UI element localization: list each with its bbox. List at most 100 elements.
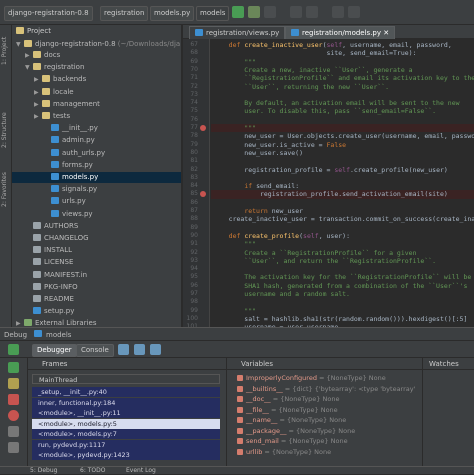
close-icon[interactable]: ✕ [383,29,389,37]
chevron-right-icon[interactable]: ▶ [34,74,42,85]
code-editor[interactable]: def create_inactive_user(self, username,… [211,39,474,327]
code-line: """ [244,57,257,66]
variable-name: send_mail [246,437,281,445]
tool-tab-structure[interactable]: 2: Structure [1,105,11,155]
library-icon [24,319,32,327]
settings-icon[interactable] [8,442,19,453]
tree-item[interactable]: AUTHORS [12,221,181,232]
step-over-icon[interactable] [118,344,129,355]
code-line: username and a random salt. [213,290,350,298]
help-icon[interactable] [348,6,360,18]
chevron-right-icon[interactable]: ▶ [34,99,42,110]
line-number: 96 [190,281,198,289]
python-file-icon [34,330,42,337]
line-number: 81 [190,157,198,165]
pause-icon[interactable] [8,378,19,389]
tree-item[interactable]: __init__.py [12,123,181,134]
frame-item[interactable]: <module>, models.py:5 [32,418,220,429]
breakpoint-icon[interactable] [200,125,206,131]
tree-item[interactable]: INSTALL [12,245,181,256]
tree-item[interactable]: ▶ management [12,99,181,110]
tree-item[interactable]: CHANGELOG [12,233,181,244]
tree-item[interactable]: MANIFEST.in [12,270,181,281]
variable-value: = {dict} {'bytearray': <type 'bytearray' [284,384,416,393]
variable-row[interactable]: send_mail = {NoneType} None [231,436,421,446]
tree-item[interactable]: README [12,294,181,305]
breadcrumb-project[interactable]: django-registration-0.8 [4,6,93,21]
breadcrumb-folder[interactable]: registration [100,6,149,21]
tree-item-label: registration [44,63,85,72]
tree-item[interactable]: ▶ locale [12,87,181,98]
line-number: 92 [190,248,198,256]
variable-row[interactable]: __name__ = {NoneType} None [231,415,421,425]
tree-item-label: urls.py [62,197,86,206]
tool-tab-project[interactable]: 1: Project [1,29,11,73]
breakpoint-gutter[interactable] [198,39,210,327]
tree-item[interactable]: signals.py [12,184,181,195]
view-breakpoints-icon[interactable] [8,410,19,421]
tree-item[interactable]: ▶ backends [12,74,181,85]
line-number: 100 [186,314,198,322]
tree-item[interactable]: ▶ tests [12,111,181,122]
frame-item[interactable]: _setup, __init__.py:40 [32,387,220,397]
tree-item[interactable]: auth_urls.py [12,148,181,159]
tree-item[interactable]: PKG-INFO [12,282,181,293]
chevron-right-icon[interactable]: ▶ [34,111,42,122]
tree-item[interactable]: LICENSE [12,257,181,268]
variable-row[interactable]: urllib = {NoneType} None [231,447,421,457]
rerun-icon[interactable] [8,344,19,355]
line-number: 68 [190,49,198,57]
vcs-update-icon[interactable] [290,6,302,18]
tree-item-label: setup.py [44,307,75,316]
variable-row[interactable]: __file__ = {NoneType} None [231,405,421,415]
tree-item-label: backends [53,75,87,84]
step-into-icon[interactable] [134,344,145,355]
debug-icon[interactable] [248,6,260,18]
line-number: 82 [190,165,198,173]
frame-item[interactable]: <module>, __init__.py:11 [32,408,220,418]
frame-item[interactable]: inner, functional.py:184 [32,397,220,408]
chevron-down-icon[interactable]: ▼ [25,62,33,73]
variable-row[interactable]: __doc__ = {NoneType} None [231,394,421,404]
tree-item[interactable]: ▶ docs [12,50,181,61]
variable-row[interactable]: __package__ = {NoneType} None [231,426,421,436]
frame-item[interactable]: run, pydevd.py:1117 [32,439,220,450]
code-line: create_inactive_user = transaction.commi… [213,215,474,224]
mute-breakpoints-icon[interactable] [8,426,19,437]
line-number: 85 [190,190,198,198]
tab-console[interactable]: Console [76,344,114,357]
line-number: 76 [190,115,198,123]
chevron-right-icon[interactable]: ▶ [34,87,42,98]
tree-item[interactable]: models.py [12,172,181,183]
vcs-commit-icon[interactable] [306,6,318,18]
chevron-right-icon[interactable]: ▶ [25,50,33,61]
tree-item[interactable]: admin.py [12,135,181,146]
tree-root[interactable]: ▼ django-registration-0.8 (~/Downloads/dj… [12,39,181,50]
stop-icon[interactable] [8,394,19,405]
variable-value: = {NoneType} None [272,395,340,403]
settings-icon[interactable] [332,6,344,18]
tree-item[interactable]: ▼ registration [12,62,181,73]
tab-views-py[interactable]: registration/views.py [189,26,286,39]
tree-item[interactable]: setup.py [12,306,181,317]
tree-item[interactable]: urls.py [12,196,181,207]
tab-models-py[interactable]: registration/models.py ✕ [285,26,396,39]
resume-icon[interactable] [8,362,19,373]
frame-item[interactable]: <module>, pydevd.py:1423 [32,450,220,460]
breakpoint-icon[interactable] [200,191,206,198]
variable-row[interactable]: __builtins__ = {dict} {'bytearray': <typ… [231,384,421,394]
tool-tab-favorites[interactable]: 2: Favorites [1,165,11,215]
run-icon[interactable] [232,6,244,18]
tree-item[interactable]: views.py [12,209,181,220]
tab-debugger[interactable]: Debugger [32,344,77,357]
frame-item[interactable]: <module>, models.py:7 [32,429,220,439]
step-out-icon[interactable] [150,344,161,355]
python-file-icon [51,148,59,156]
variable-row[interactable]: ImproperlyConfigured = {NoneType} None [231,373,421,383]
thread-select[interactable]: MainThread [32,374,220,384]
run-config-select[interactable]: models [196,6,230,21]
coverage-icon[interactable] [264,6,276,18]
tree-item[interactable]: forms.py [12,160,181,171]
chevron-down-icon[interactable]: ▼ [16,39,24,50]
breadcrumb-file[interactable]: models.py [150,6,195,21]
